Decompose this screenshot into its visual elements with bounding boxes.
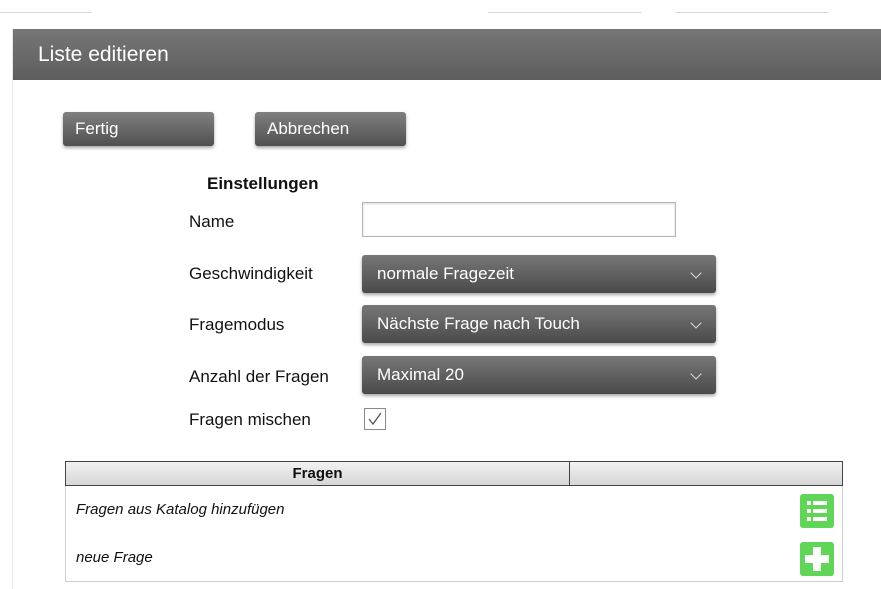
count-label: Anzahl der Fragen bbox=[189, 367, 329, 386]
row-label: Fragen aus Katalog hinzufügen bbox=[76, 501, 285, 518]
plus-icon bbox=[805, 547, 829, 571]
secondary-column-header bbox=[570, 462, 842, 485]
questions-table: Fragen Fragen aus Katalog hinzufügen neu… bbox=[65, 461, 843, 582]
shuffle-checkbox[interactable] bbox=[364, 408, 386, 430]
chevron-down-icon bbox=[690, 267, 702, 279]
top-tab-strip bbox=[0, 0, 881, 14]
mode-select[interactable]: Nächste Frage nach Touch bbox=[362, 305, 716, 343]
top-tab[interactable] bbox=[675, 6, 829, 13]
speed-select[interactable]: normale Fragezeit bbox=[362, 255, 716, 293]
top-tab[interactable] bbox=[0, 6, 92, 13]
panel-header: Liste editieren bbox=[13, 29, 881, 80]
chevron-down-icon bbox=[690, 368, 702, 380]
name-label: Name bbox=[189, 212, 235, 231]
questions-column-header: Fragen bbox=[66, 462, 570, 485]
mode-select-value: Nächste Frage nach Touch bbox=[377, 314, 580, 333]
cancel-button-label: Abbrechen bbox=[267, 119, 350, 138]
count-select[interactable]: Maximal 20 bbox=[362, 356, 716, 394]
speed-select-value: normale Fragezeit bbox=[377, 264, 515, 283]
count-select-value: Maximal 20 bbox=[377, 365, 464, 384]
chevron-down-icon bbox=[690, 317, 702, 329]
done-button-label: Fertig bbox=[75, 119, 119, 138]
panel-title: Liste editieren bbox=[38, 43, 169, 66]
settings-heading: Einstellungen bbox=[207, 174, 319, 193]
top-tab[interactable] bbox=[488, 6, 642, 13]
table-header: Fragen bbox=[65, 461, 843, 486]
row-label: neue Frage bbox=[76, 549, 153, 566]
list-icon bbox=[807, 501, 827, 521]
new-question-button[interactable] bbox=[800, 542, 834, 576]
add-from-catalog-button[interactable] bbox=[800, 494, 834, 528]
table-row: Fragen aus Katalog hinzufügen bbox=[66, 488, 842, 534]
name-input[interactable] bbox=[362, 202, 676, 237]
table-row: neue Frage bbox=[66, 536, 842, 582]
mode-label: Fragemodus bbox=[189, 315, 285, 334]
done-button[interactable]: Fertig bbox=[63, 112, 214, 146]
checkmark-icon bbox=[368, 412, 382, 426]
shuffle-label: Fragen mischen bbox=[189, 410, 311, 429]
speed-label: Geschwindigkeit bbox=[189, 264, 313, 283]
cancel-button[interactable]: Abbrechen bbox=[255, 112, 406, 146]
